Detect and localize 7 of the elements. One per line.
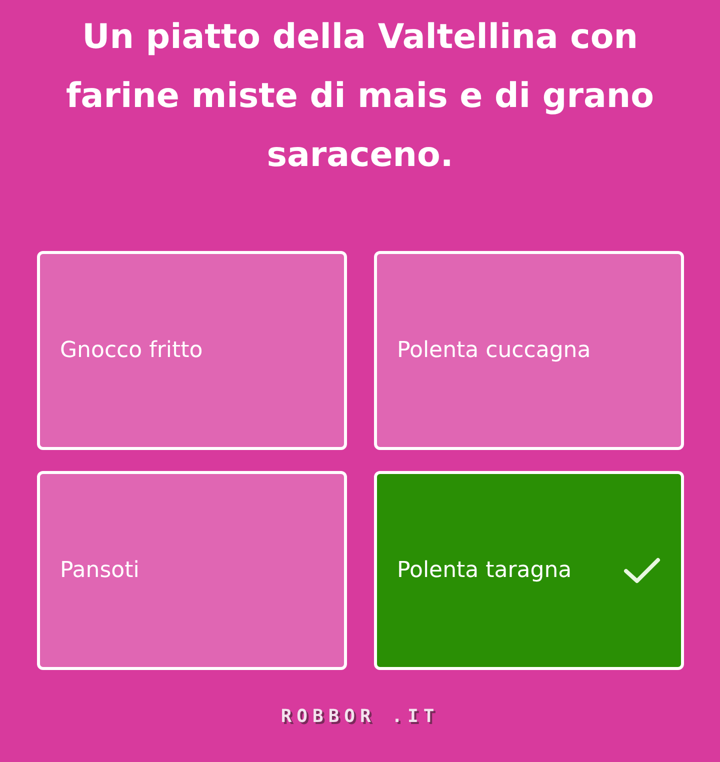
- answer-option[interactable]: Gnocco fritto: [37, 251, 347, 450]
- answer-option[interactable]: Polenta taragna: [374, 471, 684, 670]
- site-logo: ROBBOR .IT: [280, 706, 440, 727]
- answer-option[interactable]: Pansoti: [37, 471, 347, 670]
- answer-option[interactable]: Polenta cuccagna: [374, 251, 684, 450]
- checkmark-icon: [623, 556, 661, 584]
- question-text: Un piatto della Valtellina con farine miste di mais e di grano saraceno.: [65, 16, 655, 177]
